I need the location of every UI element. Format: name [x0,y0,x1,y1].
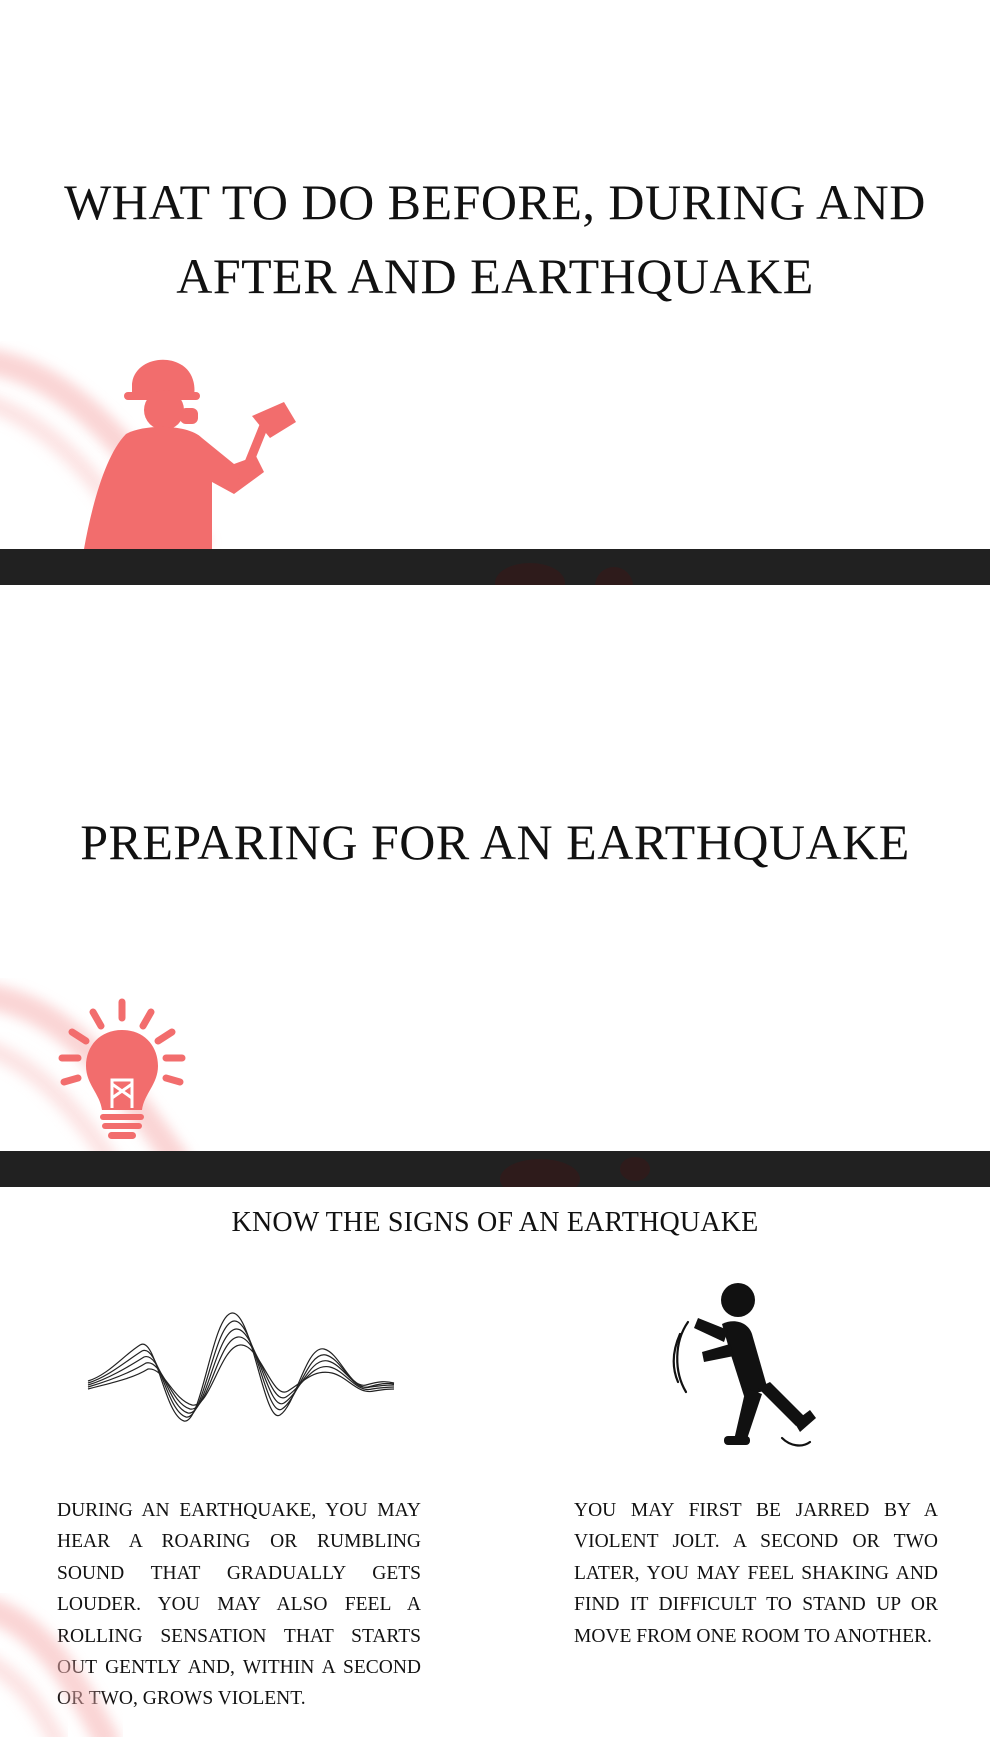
slide-divider [0,1151,990,1187]
section-heading: KNOW THE SIGNS OF AN EARTHQUAKE [231,1207,759,1238]
slide-divider [0,549,990,585]
title-slide: WHAT TO DO BEFORE, DURING AND AFTER AND … [0,0,990,549]
jolt-signs-paragraph: YOU MAY FIRST BE JARRED BY A VIOLENT JOL… [574,1500,938,1647]
sound-wave-icon [87,1312,395,1422]
section-slide: PREPARING FOR AN EARTHQUAKE [0,585,990,1151]
section-title: PREPARING FOR AN EARTHQUAKE [80,814,910,870]
presentation-title: WHAT TO DO BEFORE, DURING AND AFTER AND … [64,174,926,304]
falling-person-icon [672,1283,816,1447]
content-slide: KNOW THE SIGNS OF AN EARTHQUAKE DURING A… [0,1187,990,1738]
lightbulb-icon [58,998,186,1139]
firefighter-icon [84,359,296,549]
sound-signs-paragraph: DURING AN EARTHQUAKE, YOU MAY HEAR A ROA… [57,1500,421,1710]
